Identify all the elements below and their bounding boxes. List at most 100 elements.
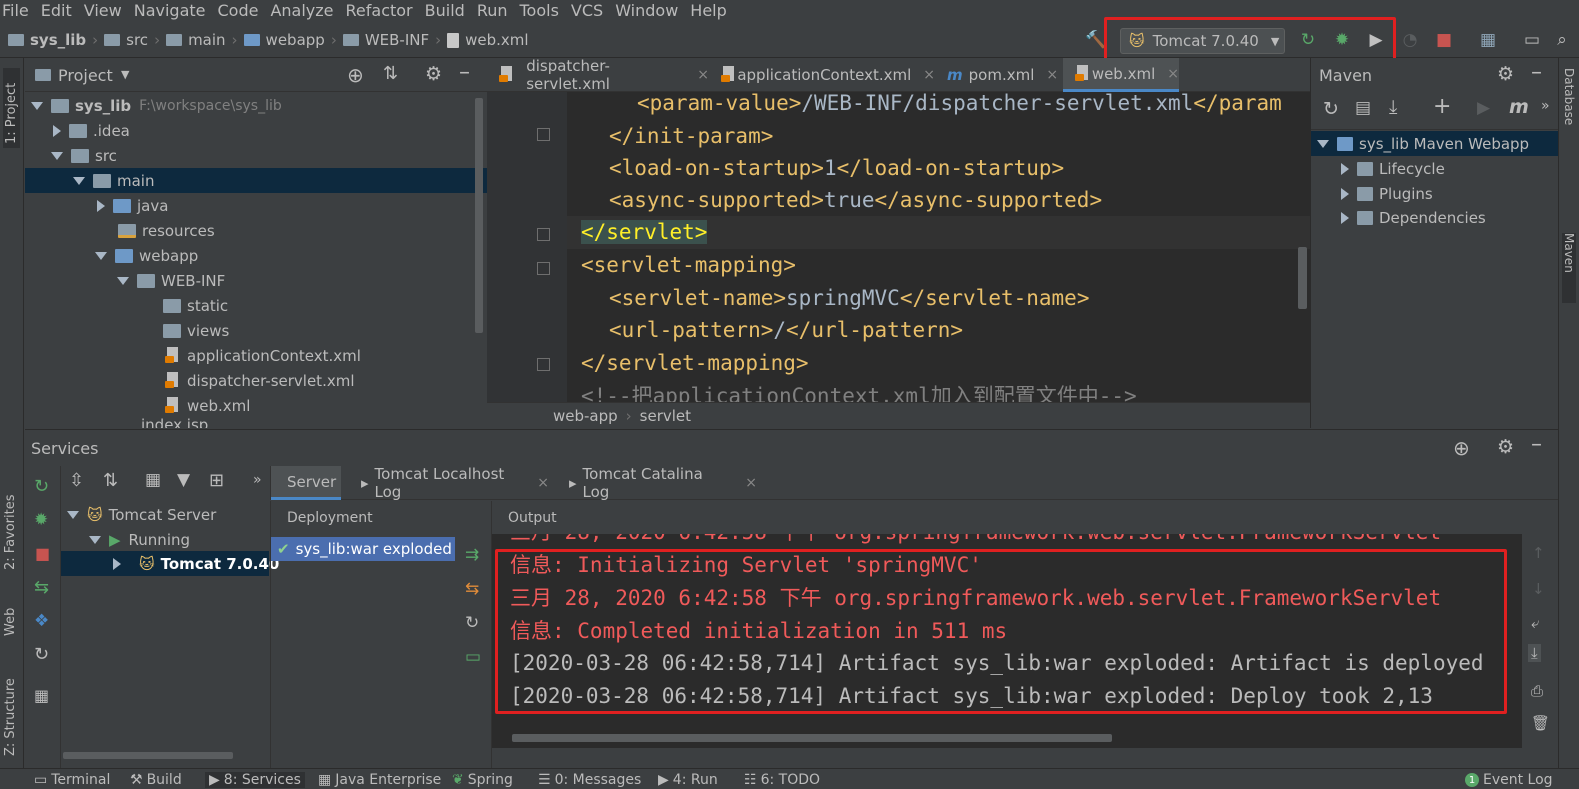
minimize-icon[interactable]: – bbox=[1531, 60, 1542, 85]
tool-tab-event-log[interactable]: 1 Event Log bbox=[1465, 772, 1553, 788]
rerun-icon[interactable]: ↻ bbox=[34, 476, 49, 497]
close-icon[interactable]: × bbox=[745, 475, 757, 491]
rerun-icon[interactable]: ↻ bbox=[1298, 30, 1318, 50]
close-icon[interactable]: × bbox=[1167, 66, 1179, 82]
layout-icon[interactable]: ▦ bbox=[34, 686, 49, 705]
locate-target-icon[interactable]: ⊕ bbox=[347, 63, 364, 87]
services-node-tomcat-server[interactable]: 🐱 Tomcat Server bbox=[61, 502, 269, 527]
tab-pom-xml[interactable]: m pom.xml × bbox=[935, 58, 1061, 92]
add-service-icon[interactable]: ⊞ bbox=[209, 470, 224, 491]
crumb-servlet[interactable]: servlet bbox=[640, 407, 691, 425]
project-scrollbar[interactable] bbox=[475, 98, 483, 333]
maven-node-plugins[interactable]: Plugins bbox=[1311, 181, 1559, 206]
run-anything-icon[interactable]: ▭ bbox=[1522, 30, 1542, 50]
tree-node-static[interactable]: static bbox=[25, 293, 487, 318]
minimize-icon[interactable]: – bbox=[1531, 432, 1542, 457]
deployment-item[interactable]: ✔ sys_lib:war exploded bbox=[271, 537, 455, 561]
minimize-icon[interactable]: – bbox=[459, 60, 470, 85]
tree-node-webapp[interactable]: webapp bbox=[25, 243, 487, 268]
breadcrumb-web-inf[interactable]: WEB-INF bbox=[365, 31, 429, 49]
tool-tab-services[interactable]: ▶ 8: Services bbox=[205, 772, 305, 788]
tab-tomcat-localhost-log[interactable]: ▸ Tomcat Localhost Log × bbox=[349, 465, 549, 501]
tool-tab-todo[interactable]: ☷ 6: TODO bbox=[744, 772, 820, 788]
tree-node-main[interactable]: main bbox=[25, 168, 487, 193]
project-tool-button[interactable]: 1: Project bbox=[3, 68, 20, 148]
tree-node-web-xml[interactable]: web.xml bbox=[25, 393, 487, 418]
stop-icon[interactable]: ■ bbox=[1434, 30, 1454, 50]
gear-icon[interactable]: ⚙ bbox=[425, 63, 442, 85]
tree-node-index-jsp[interactable]: index.jsp bbox=[25, 416, 487, 428]
generate-sources-icon[interactable]: ▤ bbox=[1355, 98, 1371, 118]
search-icon[interactable]: ⌕ bbox=[1552, 30, 1572, 50]
update-icon[interactable]: ▭ bbox=[465, 647, 481, 667]
services-node-running[interactable]: ▶ Running bbox=[61, 527, 269, 552]
tab-application-context[interactable]: applicationContext.xml × bbox=[709, 58, 935, 92]
maven-tool-button[interactable]: Maven bbox=[1562, 233, 1576, 303]
refresh-icon[interactable]: ↻ bbox=[34, 644, 49, 665]
menu-vcs[interactable]: VCS bbox=[567, 1, 611, 20]
fold-marker-icon[interactable] bbox=[537, 262, 550, 275]
tree-node-sys-lib[interactable]: sys_lib F:\workspace\sys_lib bbox=[25, 93, 487, 118]
structure-tool-button[interactable]: Z: Structure bbox=[3, 656, 18, 756]
menu-analyze[interactable]: Analyze bbox=[266, 1, 341, 20]
close-icon[interactable]: × bbox=[1046, 67, 1058, 83]
fold-marker-icon[interactable] bbox=[537, 358, 550, 371]
menu-view[interactable]: View bbox=[80, 1, 130, 20]
filter-icon[interactable]: ▼ bbox=[177, 470, 190, 490]
maven-node-dependencies[interactable]: Dependencies bbox=[1311, 205, 1559, 230]
tab-tomcat-catalina-log[interactable]: ▸ Tomcat Catalina Log × bbox=[557, 465, 757, 501]
gear-icon[interactable]: ⚙ bbox=[1497, 436, 1514, 458]
tree-node-java[interactable]: java bbox=[25, 193, 487, 218]
undeploy-icon[interactable]: ⇆ bbox=[465, 579, 479, 599]
menu-build[interactable]: Build bbox=[421, 1, 473, 20]
run-icon[interactable]: ▶ bbox=[1477, 98, 1490, 118]
project-structure-icon[interactable]: ▦ bbox=[1478, 30, 1498, 50]
tool-tab-terminal[interactable]: ▭ Terminal bbox=[34, 772, 110, 788]
tree-node-views[interactable]: views bbox=[25, 318, 487, 343]
more-icon[interactable]: » bbox=[253, 472, 262, 488]
trash-icon[interactable]: 🗑 bbox=[1531, 714, 1550, 732]
tab-server[interactable]: Server bbox=[271, 466, 341, 500]
close-icon[interactable]: × bbox=[923, 67, 935, 83]
tool-tab-spring[interactable]: ❦ Spring bbox=[452, 772, 513, 788]
tool-tab-build[interactable]: ⚒ Build bbox=[130, 772, 182, 788]
close-icon[interactable]: × bbox=[537, 475, 549, 491]
database-tool-button[interactable]: Database bbox=[1562, 68, 1576, 208]
menu-edit[interactable]: Edit bbox=[37, 1, 80, 20]
services-node-tomcat-instance[interactable]: 🐱 Tomcat 7.0.40 bbox=[61, 551, 279, 576]
editor-scrollbar[interactable] bbox=[1298, 247, 1307, 309]
gear-icon[interactable]: ⚙ bbox=[1497, 63, 1514, 85]
menu-navigate[interactable]: Navigate bbox=[130, 1, 214, 20]
print-icon[interactable]: ⎙ bbox=[1531, 682, 1543, 700]
tree-node-dispatcher-servlet[interactable]: dispatcher-servlet.xml bbox=[25, 368, 487, 393]
tab-web-xml[interactable]: web.xml × bbox=[1063, 58, 1179, 92]
maven-node-lifecycle[interactable]: Lifecycle bbox=[1311, 156, 1559, 181]
debug-bug-icon[interactable]: ✹ bbox=[34, 510, 48, 530]
scroll-down-icon[interactable]: ↓ bbox=[1532, 580, 1545, 598]
deploy-icon[interactable]: ⇆ bbox=[34, 577, 49, 598]
tool-tab-java-enterprise[interactable]: ▦ Java Enterprise bbox=[318, 772, 441, 788]
artifacts-icon[interactable]: ❖ bbox=[34, 611, 49, 631]
menu-file[interactable]: File bbox=[0, 1, 37, 20]
menu-help[interactable]: Help bbox=[686, 1, 734, 20]
debug-bug-icon[interactable]: ✹ bbox=[1332, 30, 1352, 50]
console-output[interactable]: 三月 28, 2020 6:42:58 下午 org.springframewo… bbox=[492, 534, 1522, 748]
reload-icon[interactable]: ↻ bbox=[1323, 98, 1339, 120]
add-icon[interactable]: + bbox=[1433, 94, 1451, 119]
web-tool-button[interactable]: Web bbox=[3, 586, 18, 636]
fold-marker-icon[interactable] bbox=[537, 228, 550, 241]
tree-node-web-inf[interactable]: WEB-INF bbox=[25, 268, 487, 293]
breadcrumb-web-xml[interactable]: web.xml bbox=[465, 31, 528, 49]
collapse-all-icon[interactable]: ⇅ bbox=[103, 470, 118, 491]
close-icon[interactable]: × bbox=[697, 67, 709, 83]
maven-m-icon[interactable]: m bbox=[1509, 96, 1529, 118]
scroll-to-end-icon[interactable]: ⤓ bbox=[1528, 644, 1541, 662]
build-hammer-icon[interactable]: 🔨 bbox=[1085, 30, 1106, 50]
chevron-down-icon[interactable]: ▼ bbox=[121, 68, 129, 81]
redeploy-icon[interactable]: ↻ bbox=[465, 613, 479, 633]
tree-node-idea[interactable]: .idea bbox=[25, 118, 487, 143]
collapse-all-icon[interactable]: ⇅ bbox=[383, 63, 398, 84]
expand-all-icon[interactable]: ⇳ bbox=[69, 470, 84, 491]
scroll-up-icon[interactable]: ↑ bbox=[1532, 544, 1545, 562]
crumb-web-app[interactable]: web-app bbox=[553, 407, 618, 425]
